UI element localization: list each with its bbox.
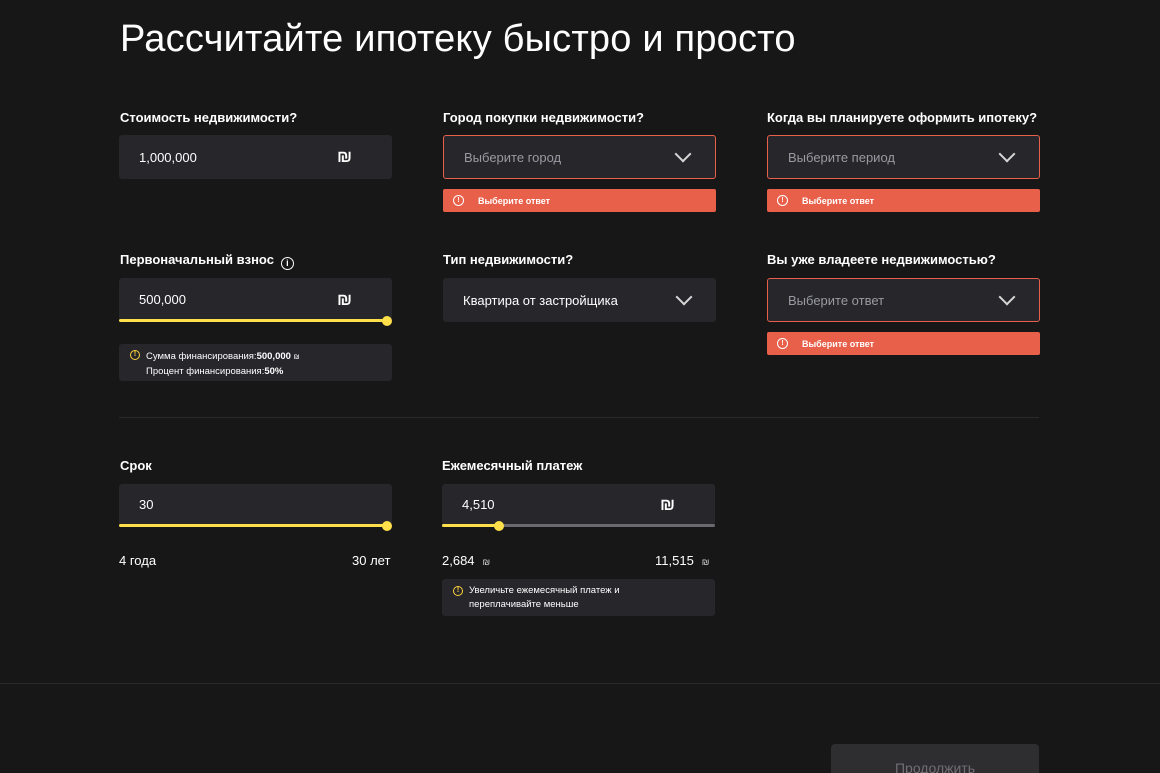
down-payment-input[interactable]: 500,000 ₪: [119, 278, 392, 321]
chevron-down-icon: [674, 145, 692, 163]
error-icon: !: [777, 338, 788, 349]
term-max-label: 30 лет: [352, 553, 391, 568]
down-payment-slider-handle[interactable]: [382, 316, 392, 326]
chevron-down-icon: [675, 288, 693, 306]
property-type-value: Квартира от застройщика: [463, 292, 618, 308]
monthly-info: ! Увеличьте ежемесячный платеж и перепла…: [442, 579, 715, 616]
financing-amount-label: Сумма финансирования:: [146, 351, 257, 362]
property-cost-value: 1,000,000: [139, 149, 197, 165]
when-select[interactable]: Выберите период: [767, 135, 1040, 179]
term-slider-handle[interactable]: [382, 521, 392, 531]
section-divider: [119, 417, 1039, 418]
shekel-icon: ₪: [336, 289, 352, 309]
monthly-slider-fill: [442, 524, 500, 527]
chevron-down-icon: [998, 288, 1016, 306]
term-value: 30: [139, 497, 154, 512]
city-select[interactable]: Выберите город: [443, 135, 716, 179]
financing-percent-label: Процент финансирования:: [146, 366, 265, 377]
term-slider-track[interactable]: [119, 524, 387, 527]
city-error: ! Выберите ответ: [443, 189, 716, 212]
shekel-icon: ₪: [482, 557, 491, 567]
shekel-icon: ₪: [336, 147, 352, 166]
financing-percent-value: 50%: [264, 366, 284, 377]
city-placeholder: Выберите город: [464, 149, 562, 165]
down-payment-label: Первоначальный взнос i: [120, 252, 294, 270]
monthly-info-line1: Увеличьте ежемесячный платеж и: [469, 585, 620, 596]
monthly-payment-input[interactable]: 4,510 ₪: [442, 484, 715, 525]
monthly-min-value: 2,684: [442, 553, 475, 568]
error-icon: !: [453, 195, 464, 206]
own-property-label: Вы уже владеете недвижимостью?: [767, 252, 996, 267]
when-label: Когда вы планируете оформить ипотеку?: [767, 110, 1038, 125]
financing-amount-line: Сумма финансирования:500,000 ₪: [146, 350, 382, 365]
shekel-icon: ₪: [701, 557, 710, 567]
monthly-slider-handle[interactable]: [494, 521, 505, 531]
own-property-error-text: Выберите ответ: [802, 338, 875, 349]
financing-amount-value: 500,000: [256, 351, 291, 362]
property-cost-input[interactable]: 1,000,000 ₪: [119, 135, 392, 179]
property-type-select[interactable]: Квартира от застройщика: [443, 278, 716, 322]
when-error-text: Выберите ответ: [802, 195, 875, 206]
monthly-min-label: 2,684 ₪: [442, 553, 490, 568]
footer-divider: [0, 683, 1160, 684]
monthly-payment-value: 4,510: [462, 497, 495, 512]
city-error-text: Выберите ответ: [478, 195, 551, 206]
down-payment-slider-track[interactable]: [119, 319, 387, 322]
page-title: Рассчитайте ипотеку быстро и просто: [120, 18, 796, 60]
info-icon: !: [453, 586, 463, 596]
down-payment-info: ! Сумма финансирования:500,000 ₪ Процент…: [119, 344, 392, 381]
monthly-payment-label: Ежемесячный платеж: [442, 458, 583, 473]
own-property-error: ! Выберите ответ: [767, 332, 1040, 355]
down-payment-value: 500,000: [139, 292, 186, 307]
monthly-max-value: 11,515: [655, 553, 694, 568]
monthly-max-label: 11,515 ₪: [655, 553, 709, 568]
term-label: Срок: [120, 458, 152, 473]
financing-percent-line: Процент финансирования:50%: [146, 365, 382, 379]
shekel-icon: ₪: [659, 494, 675, 514]
property-cost-label: Стоимость недвижимости?: [120, 110, 298, 125]
own-property-placeholder: Выберите ответ: [788, 292, 885, 308]
info-icon[interactable]: i: [280, 257, 294, 270]
info-icon: !: [130, 350, 140, 360]
property-type-label: Тип недвижимости?: [443, 252, 574, 267]
when-error: ! Выберите ответ: [767, 189, 1040, 212]
error-icon: !: [777, 195, 788, 206]
continue-button[interactable]: Продолжить: [831, 744, 1039, 773]
chevron-down-icon: [998, 145, 1016, 163]
shekel-icon: ₪: [293, 354, 300, 361]
own-property-select[interactable]: Выберите ответ: [767, 278, 1040, 322]
monthly-info-line2: переплачивайте меньше: [469, 599, 579, 610]
term-min-label: 4 года: [119, 553, 157, 568]
city-label: Город покупки недвижимости?: [443, 110, 644, 125]
when-placeholder: Выберите период: [788, 149, 895, 165]
down-payment-label-text: Первоначальный взнос: [120, 252, 274, 267]
term-input[interactable]: 30: [119, 484, 392, 525]
